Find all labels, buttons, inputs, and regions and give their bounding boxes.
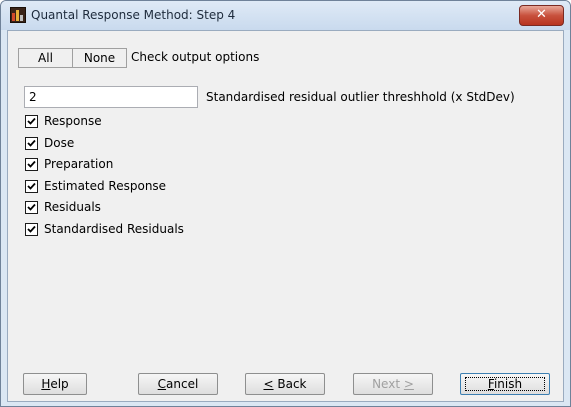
outlier-threshold-label: Standardised residual outlier threshhold… bbox=[206, 90, 515, 104]
checkmark-icon bbox=[27, 139, 36, 147]
next-button[interactable]: Next > bbox=[353, 373, 433, 395]
cancel-button[interactable]: Cancel bbox=[138, 373, 218, 395]
checkmark-icon bbox=[27, 225, 36, 233]
finish-button[interactable]: Finish bbox=[460, 373, 550, 395]
checkbox-label: Response bbox=[44, 114, 102, 128]
all-button[interactable]: All bbox=[18, 48, 73, 68]
dialog-window: Quantal Response Method: Step 4 ✕ All No… bbox=[0, 0, 571, 407]
app-icon bbox=[10, 7, 26, 23]
back-button[interactable]: < Back bbox=[245, 373, 325, 395]
close-button[interactable]: ✕ bbox=[519, 5, 564, 26]
checkbox-label: Preparation bbox=[44, 157, 114, 171]
checkbox-label: Dose bbox=[44, 135, 75, 150]
checkbox-box[interactable] bbox=[25, 179, 38, 193]
checkbox-label: Estimated Response bbox=[44, 178, 167, 193]
checkbox-box[interactable] bbox=[25, 158, 38, 171]
title-bar[interactable]: Quantal Response Method: Step 4 ✕ bbox=[1, 1, 570, 30]
checkbox-label: Residuals bbox=[44, 200, 101, 214]
close-icon: ✕ bbox=[536, 7, 547, 22]
help-button[interactable]: Help bbox=[23, 373, 87, 395]
none-button[interactable]: None bbox=[72, 48, 127, 68]
checkbox-box[interactable] bbox=[25, 222, 38, 236]
checkmark-icon bbox=[27, 182, 36, 190]
checkmark-icon bbox=[27, 203, 36, 211]
checkbox-box[interactable] bbox=[25, 201, 38, 214]
checkmark-icon bbox=[27, 117, 36, 125]
checkbox-label: Standardised Residuals bbox=[44, 221, 184, 236]
window-title: Quantal Response Method: Step 4 bbox=[31, 8, 236, 22]
check-output-options-label: Check output options bbox=[131, 50, 260, 64]
checkbox-box[interactable] bbox=[25, 136, 38, 150]
checkmark-icon bbox=[27, 160, 36, 168]
outlier-threshold-input[interactable] bbox=[24, 86, 198, 108]
checkbox-box[interactable] bbox=[25, 115, 38, 128]
dialog-body: All None Check output options Standardis… bbox=[7, 30, 564, 402]
